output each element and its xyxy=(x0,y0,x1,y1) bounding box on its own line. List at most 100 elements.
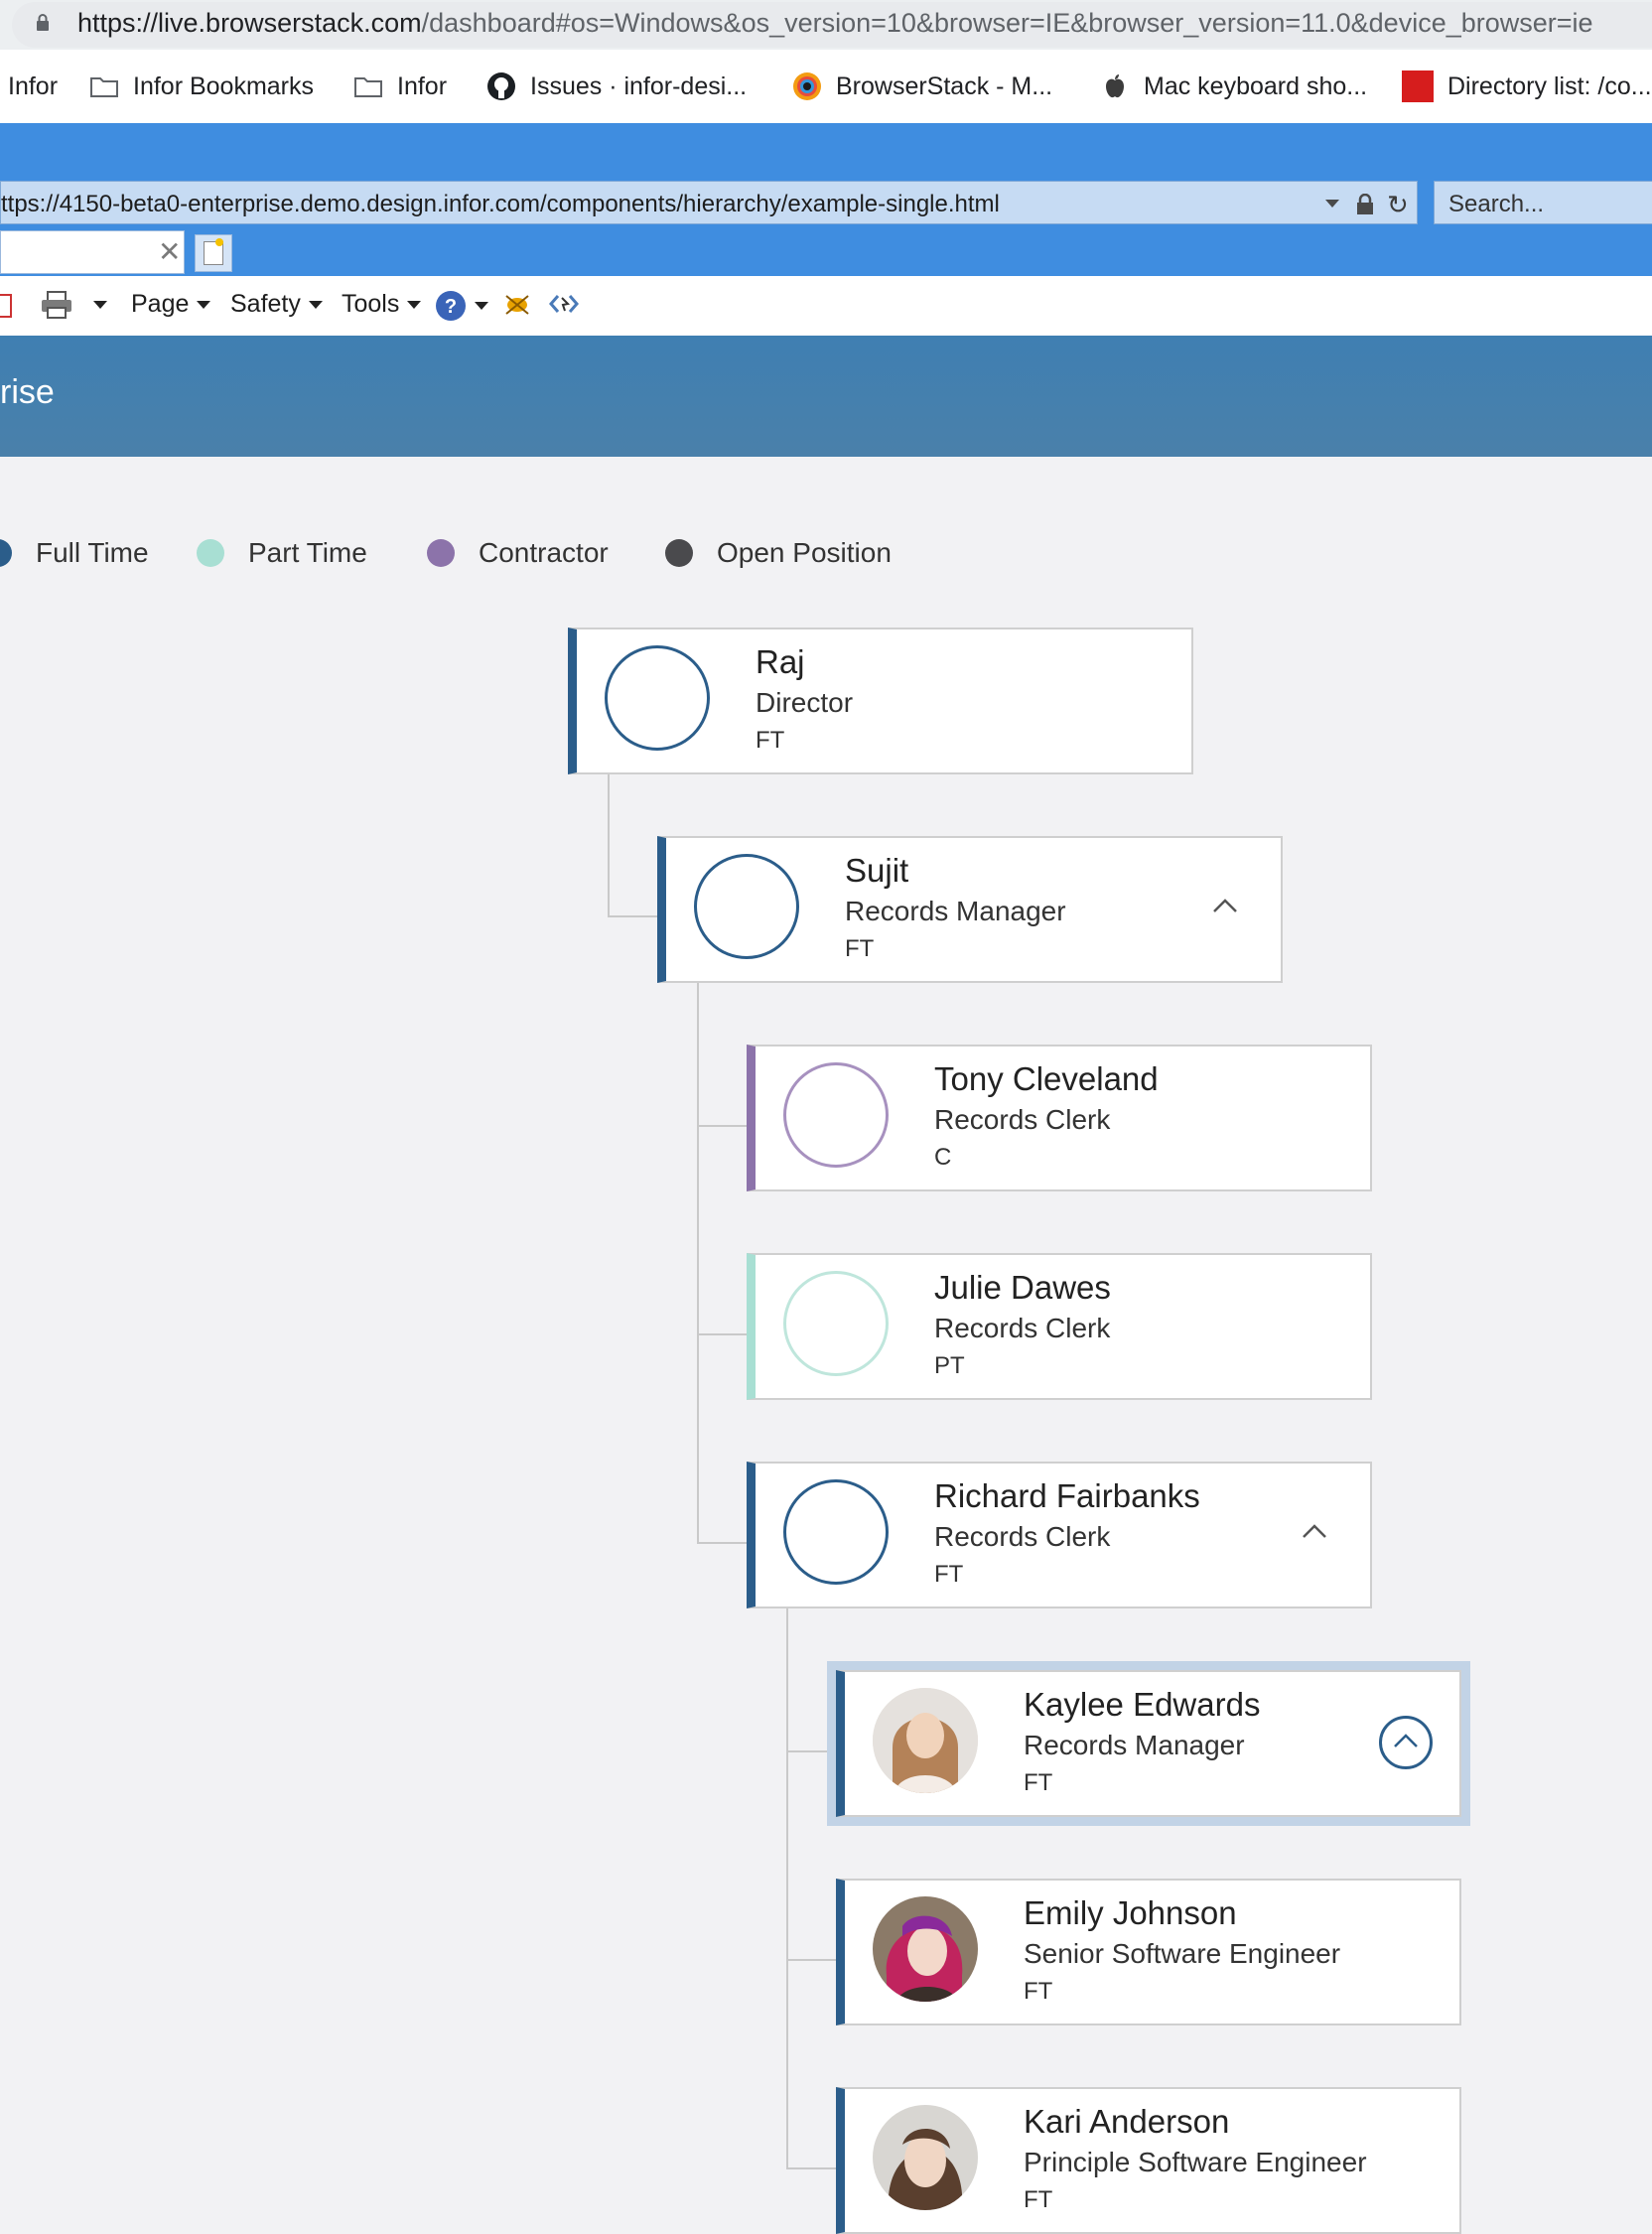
bookmark-directory-list[interactable]: Directory list: /co... xyxy=(1402,70,1652,103)
bookmark-issues[interactable]: Issues · infor-desi... xyxy=(486,70,747,103)
employee-title: Records Clerk xyxy=(934,1521,1111,1552)
connector-line xyxy=(608,774,610,917)
collapse-button[interactable] xyxy=(1290,1507,1343,1561)
employee-status: FT xyxy=(756,727,785,754)
lock-icon xyxy=(37,14,49,31)
bookmark-browserstack[interactable]: BrowserStack - M... xyxy=(792,70,1052,103)
ie-search-field[interactable]: Search... xyxy=(1434,181,1652,224)
infor-logo-icon xyxy=(1402,70,1434,102)
legend-label: Full Time xyxy=(36,537,149,568)
avatar-placeholder xyxy=(605,645,710,751)
legend-swatch xyxy=(427,539,455,567)
svg-text:?: ? xyxy=(445,296,457,318)
employee-name: Emily Johnson xyxy=(1024,1894,1237,1931)
caret-down-icon xyxy=(308,300,323,309)
employee-name: Julie Dawes xyxy=(934,1269,1111,1306)
bookmark-label: Mac keyboard sho... xyxy=(1144,71,1368,100)
employee-title: Senior Software Engineer xyxy=(1024,1938,1341,1969)
employee-status: FT xyxy=(1024,1769,1053,1796)
padlock-icon[interactable] xyxy=(1355,194,1375,215)
feeds-icon[interactable] xyxy=(0,294,12,318)
apple-icon xyxy=(1106,74,1124,98)
github-icon xyxy=(487,72,515,100)
bookmark-label: Infor Bookmarks xyxy=(133,71,315,100)
chevron-up-icon xyxy=(1213,899,1237,912)
avatar-placeholder xyxy=(783,1062,889,1168)
connector-line xyxy=(697,1125,749,1127)
tools-menu[interactable]: Tools xyxy=(342,290,422,319)
browser-url[interactable]: https://live.browserstack.com/dashboard#… xyxy=(77,8,1593,39)
connector-line xyxy=(697,1542,749,1544)
employee-status: FT xyxy=(1024,1978,1053,2005)
org-card-emily-johnson[interactable]: Emily Johnson Senior Software Engineer F… xyxy=(836,1879,1461,2025)
bookmark-mac-keyboard[interactable]: Mac keyboard sho... xyxy=(1100,70,1367,103)
safety-menu[interactable]: Safety xyxy=(230,290,323,319)
ie-address-field[interactable]: ttps://4150-beta0-enterprise.demo.design… xyxy=(0,181,1418,224)
chevron-up-icon xyxy=(1394,1734,1418,1747)
legend-full-time: Full Time xyxy=(0,534,149,572)
employee-name: Raj xyxy=(756,643,805,680)
safety-menu-label: Safety xyxy=(230,290,301,318)
legend-part-time: Part Time xyxy=(197,534,367,572)
help-menu[interactable]: ? xyxy=(435,290,488,322)
caret-down-icon xyxy=(407,300,422,309)
print-button[interactable] xyxy=(40,290,107,320)
employee-name: Kari Anderson xyxy=(1024,2103,1230,2140)
person-photo-icon xyxy=(873,1896,978,2002)
employee-title: Records Clerk xyxy=(934,1104,1111,1135)
org-card-julie-dawes[interactable]: Julie Dawes Records Clerk PT xyxy=(747,1253,1372,1400)
avatar-photo xyxy=(873,2105,978,2210)
avatar-placeholder xyxy=(783,1271,889,1376)
employee-title: Principle Software Engineer xyxy=(1024,2147,1367,2177)
bookmark-infor[interactable]: Infor xyxy=(8,70,58,103)
new-tab-button[interactable] xyxy=(195,234,232,272)
employee-status: FT xyxy=(845,935,875,962)
collapse-button[interactable] xyxy=(1200,882,1254,935)
org-card-richard-fairbanks[interactable]: Richard Fairbanks Records Clerk FT xyxy=(747,1462,1372,1608)
bookmark-infor-bookmarks[interactable]: Infor Bookmarks xyxy=(89,70,314,103)
connector-line xyxy=(786,1750,838,1752)
print-dropdown-icon[interactable] xyxy=(93,301,107,309)
employee-status: PT xyxy=(934,1352,965,1379)
connector-line xyxy=(786,2167,838,2169)
ie-address-text: ttps://4150-beta0-enterprise.demo.design… xyxy=(1,191,1000,217)
avatar-photo xyxy=(873,1688,978,1793)
org-card-tony-cleveland[interactable]: Tony Cleveland Records Clerk C xyxy=(747,1045,1372,1191)
employee-name: Tony Cleveland xyxy=(934,1060,1159,1097)
browser-address-bar[interactable]: https://live.browserstack.com/dashboard#… xyxy=(0,0,1652,50)
org-card-kaylee-edwards[interactable]: Kaylee Edwards Records Manager FT xyxy=(836,1670,1461,1817)
bookmark-label: Directory list: /co... xyxy=(1447,71,1652,100)
legend-open-position: Open Position xyxy=(665,534,892,572)
connector-line xyxy=(786,1608,788,2168)
org-card-kari-anderson[interactable]: Kari Anderson Principle Software Enginee… xyxy=(836,2087,1461,2234)
search-placeholder: Search... xyxy=(1448,191,1545,217)
page-menu[interactable]: Page xyxy=(131,290,211,319)
legend-swatch xyxy=(0,539,12,567)
folder-icon xyxy=(90,77,118,97)
printer-icon xyxy=(42,291,71,319)
employee-name: Kaylee Edwards xyxy=(1024,1686,1261,1723)
help-icon: ? xyxy=(436,291,466,321)
bookmark-label: Infor xyxy=(397,71,448,100)
dropdown-arrow-icon[interactable] xyxy=(1325,200,1339,208)
org-card-raj[interactable]: Raj Director FT xyxy=(568,628,1193,774)
collapse-button[interactable] xyxy=(1379,1716,1433,1769)
org-card-sujit[interactable]: Sujit Records Manager FT xyxy=(657,836,1283,983)
app-title: rise xyxy=(0,373,55,411)
legend-swatch xyxy=(197,539,224,567)
ie-tab[interactable]: ✕ xyxy=(0,230,185,274)
bookmark-infor-folder[interactable]: Infor xyxy=(353,70,447,103)
employee-status: C xyxy=(934,1144,952,1171)
refresh-icon[interactable]: ↻ xyxy=(1387,190,1409,220)
bookmark-label: BrowserStack - M... xyxy=(836,71,1053,100)
folder-icon xyxy=(354,77,382,97)
app-header: rise xyxy=(0,336,1652,457)
avatar-placeholder xyxy=(694,854,799,959)
bug-icon[interactable] xyxy=(502,290,532,318)
legend-label: Part Time xyxy=(248,537,367,568)
connector-line xyxy=(697,983,699,1543)
developer-tools-icon[interactable] xyxy=(548,290,580,318)
employee-name: Sujit xyxy=(845,852,909,889)
caret-down-icon xyxy=(197,300,211,309)
close-tab-icon[interactable]: ✕ xyxy=(158,235,181,268)
